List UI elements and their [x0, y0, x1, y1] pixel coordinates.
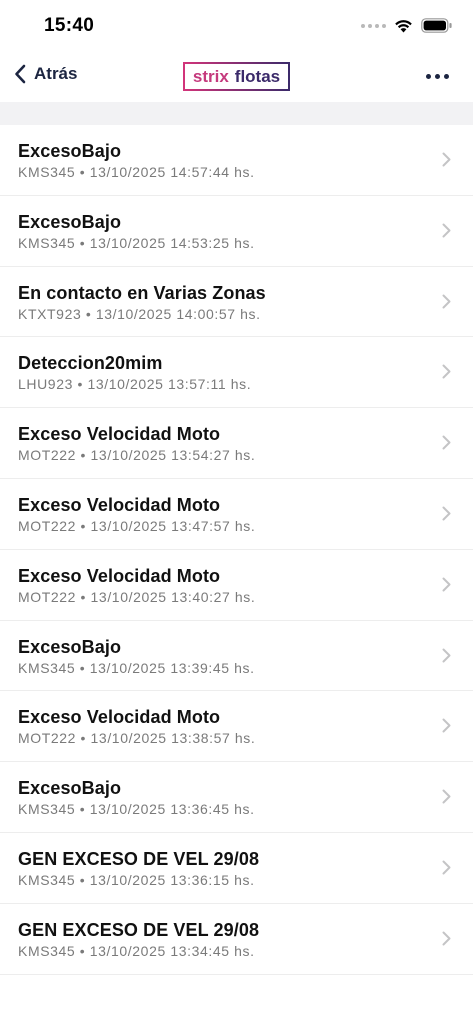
- event-title: ExcesoBajo: [18, 211, 122, 232]
- list-item[interactable]: En contacto en Varias Zonas KTXT923 • 13…: [0, 267, 473, 338]
- event-subtitle: KMS345 • 13/10/2025 13:36:45 hs.: [18, 801, 255, 818]
- list-item[interactable]: ExcesoBajo KMS345 • 13/10/2025 14:57:44 …: [0, 125, 473, 196]
- event-title: Exceso Velocidad Moto: [18, 565, 221, 586]
- chevron-right-icon: [442, 506, 451, 521]
- chevron-right-icon: [442, 648, 451, 663]
- chevron-left-icon: [15, 64, 26, 84]
- event-title: ExcesoBajo: [18, 141, 122, 161]
- list-item[interactable]: GEN EXCESO DE VEL 29/08 KMS345 • 13/10/2…: [0, 904, 473, 975]
- status-bar: 15:40: [0, 0, 473, 52]
- chevron-right-icon: [442, 577, 451, 592]
- list-item[interactable]: Exceso Velocidad Moto MOT222 • 13/10/202…: [0, 408, 473, 479]
- event-title: GEN EXCESO DE VEL 29/08: [18, 848, 260, 869]
- cellular-signal-icon: [361, 23, 386, 28]
- event-subtitle: MOT222 • 13/10/2025 13:54:27 hs.: [18, 447, 256, 464]
- chevron-right-icon: [442, 364, 451, 379]
- event-subtitle: KMS345 • 13/10/2025 13:34:45 hs.: [18, 942, 255, 959]
- navigation-bar: Atrás strix flotas: [0, 52, 473, 102]
- section-separator: [0, 102, 473, 125]
- event-subtitle: MOT222 • 13/10/2025 13:47:57 hs.: [18, 517, 256, 534]
- chevron-right-icon: [442, 789, 451, 804]
- list-item[interactable]: Deteccion20mim LHU923 • 13/10/2025 13:57…: [0, 337, 473, 409]
- status-icons: [361, 18, 453, 33]
- chevron-right-icon: [442, 152, 451, 167]
- events-list: ExcesoBajo KMS345 • 13/10/2025 14:57:44 …: [0, 125, 473, 975]
- list-item[interactable]: ExcesoBajo KMS345 • 13/10/2025 13:36:45 …: [0, 762, 473, 833]
- event-title: Exceso Velocidad Moto: [18, 494, 221, 515]
- ellipsis-icon: [426, 74, 431, 79]
- more-options-button[interactable]: [426, 74, 449, 79]
- event-title: ExcesoBajo: [18, 636, 122, 657]
- chevron-right-icon: [442, 931, 451, 946]
- list-item[interactable]: ExcesoBajo KMS345 • 13/10/2025 13:39:45 …: [0, 621, 473, 692]
- chevron-right-icon: [442, 718, 451, 733]
- chevron-right-icon: [442, 294, 451, 309]
- chevron-right-icon: [442, 860, 451, 875]
- event-subtitle: KTXT923 • 13/10/2025 14:00:57 hs.: [18, 305, 261, 322]
- event-subtitle: MOT222 • 13/10/2025 13:40:27 hs.: [18, 588, 256, 605]
- list-item[interactable]: Exceso Velocidad Moto MOT222 • 13/10/202…: [0, 550, 473, 621]
- event-title: Exceso Velocidad Moto: [18, 424, 221, 445]
- logo-word-strix: strix: [192, 66, 229, 86]
- event-title: GEN EXCESO DE VEL 29/08: [18, 919, 260, 940]
- wifi-icon: [395, 19, 412, 32]
- event-title: Exceso Velocidad Moto: [18, 707, 221, 728]
- strix-flotas-logo: strix flotas: [183, 62, 290, 91]
- event-subtitle: KMS345 • 13/10/2025 14:53:25 hs.: [18, 234, 255, 251]
- event-title: ExcesoBajo: [18, 778, 122, 799]
- event-subtitle: KMS345 • 13/10/2025 13:36:15 hs.: [18, 871, 255, 888]
- event-subtitle: KMS345 • 13/10/2025 13:39:45 hs.: [18, 659, 255, 676]
- battery-icon: [421, 18, 452, 33]
- event-subtitle: LHU923 • 13/10/2025 13:57:11 hs.: [18, 376, 252, 393]
- list-item[interactable]: Exceso Velocidad Moto MOT222 • 13/10/202…: [0, 691, 473, 763]
- list-item[interactable]: ExcesoBajo KMS345 • 13/10/2025 14:53:25 …: [0, 196, 473, 267]
- chevron-right-icon: [442, 435, 451, 450]
- chevron-right-icon: [442, 223, 451, 238]
- back-label: Atrás: [34, 64, 78, 83]
- logo-word-flotas: flotas: [234, 66, 281, 86]
- list-item[interactable]: GEN EXCESO DE VEL 29/08 KMS345 • 13/10/2…: [0, 833, 473, 904]
- back-button[interactable]: Atrás: [14, 64, 77, 84]
- status-time: 15:40: [44, 15, 95, 36]
- event-title: En contacto en Varias Zonas: [18, 282, 266, 303]
- list-item[interactable]: Exceso Velocidad Moto MOT222 • 13/10/202…: [0, 479, 473, 550]
- event-title: Deteccion20mim: [18, 353, 163, 374]
- event-subtitle: KMS345 • 13/10/2025 14:57:44 hs.: [18, 164, 255, 180]
- event-subtitle: MOT222 • 13/10/2025 13:38:57 hs.: [18, 730, 256, 747]
